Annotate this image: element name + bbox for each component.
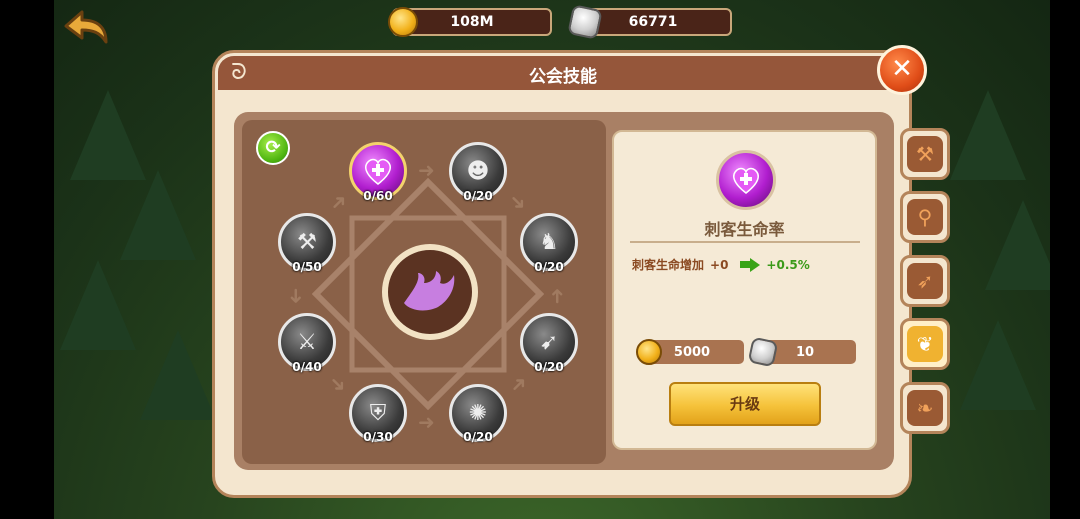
stone-amount: 66771 [628,14,678,30]
refresh-button[interactable]: ⟳ [256,131,290,165]
path-arrow-icon: ➜ [544,287,569,305]
path-arrow-icon: ➜ [284,287,309,305]
refresh-icon: ⟳ [265,137,281,158]
gold-cost: 5000 [636,339,744,365]
tab-warrior[interactable]: ⚒ [900,128,950,180]
staff-icon: ⚲ [917,205,933,229]
selected-skill-icon [716,150,776,210]
skill-level: 0/20 [534,260,564,274]
path-arrow-icon: ➜ [418,410,435,434]
upgrade-button[interactable]: 升级 [669,382,821,426]
gold-amount: 108M [450,14,494,30]
claw-icon: ❦ [916,332,934,356]
close-button[interactable]: ✕ [877,45,927,95]
assassin-emblem [382,244,478,340]
gold-cost-value: 5000 [673,344,711,360]
selected-skill-name: 刺客生命率 [704,220,785,239]
gold-coin-icon [388,7,418,37]
tab-mage[interactable]: ⚲ [900,191,950,243]
skill-level: 0/30 [363,430,393,444]
skill-level: 0/50 [292,260,322,274]
effect-current: +0 [710,257,729,272]
assassin-class-icon [404,271,455,311]
stone-icon [567,4,603,40]
swirl-ornament-icon: ᘐ [231,60,247,85]
panel-title: 公会技能 [529,67,597,87]
right-letterbox [1050,0,1080,519]
skill-level: 0/60 [363,189,393,203]
gold-coin-icon [636,339,662,365]
blade-strike-icon: ⚒ [297,229,317,255]
stone-icon [747,336,779,368]
effect-label: 刺客生命增加 [632,258,705,272]
shadow-figure-icon: ☻ [466,158,490,184]
effect-next: +0.5% [766,257,810,272]
skill-effect: 刺客生命增加 +0 +0.5% [632,256,810,273]
gold-counter: 108M [388,7,552,37]
stone-cost: 10 [747,336,856,368]
tab-assassin[interactable]: ❦ [900,318,950,370]
wings-icon: ❧ [916,396,934,420]
close-icon: ✕ [891,54,913,84]
left-letterbox [0,0,54,519]
skill-level: 0/20 [463,430,493,444]
path-arrow-icon: ➜ [418,158,435,182]
stone-counter: 66771 [567,4,732,40]
skill-level: 0/20 [463,189,493,203]
shadow-wolf-icon: ♞ [539,229,559,255]
heart-plus-icon [365,158,391,185]
sword-slash-icon: ⚔ [297,329,317,355]
tab-archer[interactable]: ➶ [900,255,950,307]
stone-cost-value: 10 [795,344,815,360]
divider [630,241,860,243]
shadow-dash-icon: ➹ [539,329,559,355]
shield-breaker-icon: ⛨ [369,400,387,426]
ground-impact-icon: ✺ [468,400,488,426]
back-arrow-icon [64,10,108,44]
tab-support[interactable]: ❧ [900,382,950,434]
bow-icon: ➶ [916,269,934,293]
hammer-icon: ⚒ [916,142,934,166]
back-button[interactable] [62,8,110,46]
panel-title-bar: 公会技能 [218,56,908,90]
skill-level: 0/20 [534,360,564,374]
skill-level: 0/40 [292,360,322,374]
green-arrow-icon [734,257,761,272]
heart-plus-icon [733,167,759,194]
